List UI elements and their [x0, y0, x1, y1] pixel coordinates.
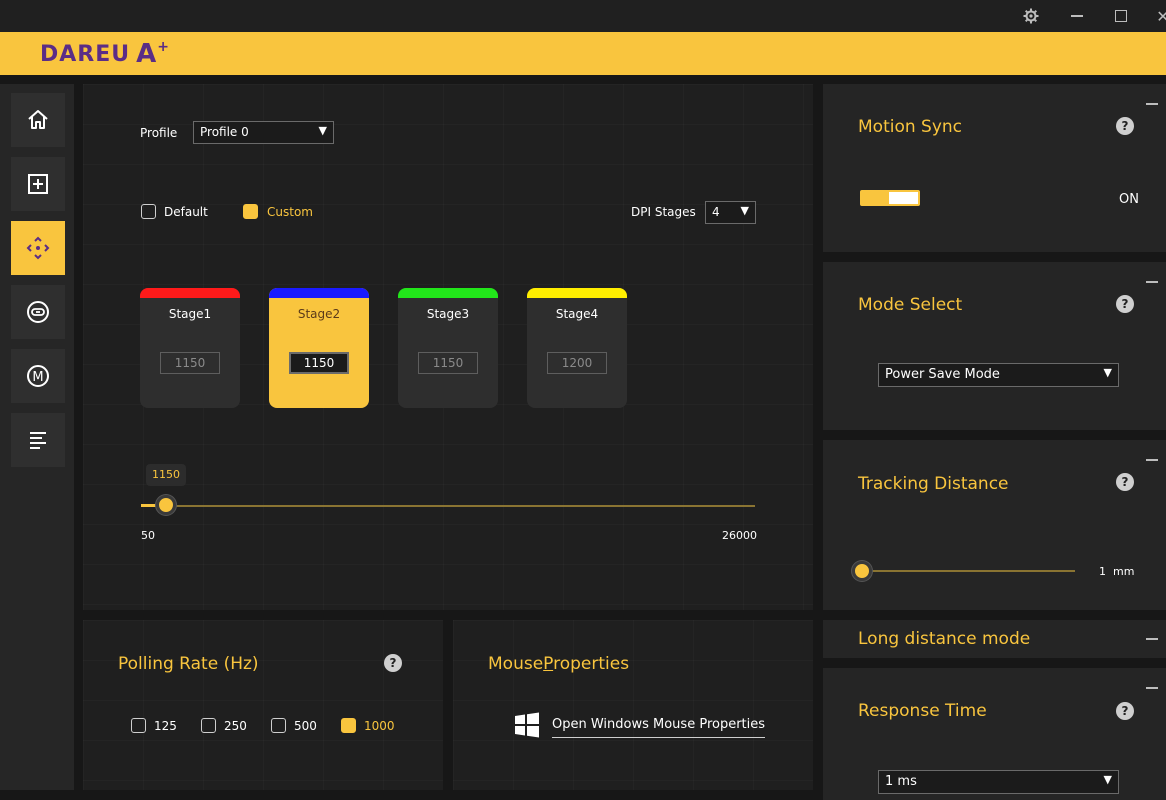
- help-icon[interactable]: ?: [1116, 117, 1134, 135]
- collapse-icon[interactable]: [1146, 459, 1158, 461]
- stage-card-4[interactable]: Stage4 1200: [527, 288, 627, 408]
- polling-rate-panel: Polling Rate (Hz) ? 125 250 500 1000: [83, 620, 443, 790]
- stage-name: Stage3: [426, 307, 470, 321]
- tracking-value: 1 mm: [1099, 565, 1135, 578]
- title-bar: ✕: [0, 0, 1166, 32]
- chevron-down-icon: ▼: [1103, 366, 1112, 379]
- tracking-distance-panel: Tracking Distance ? 1 mm: [823, 440, 1166, 610]
- custom-label: Custom: [267, 205, 313, 219]
- polling-label-500: 500: [294, 719, 317, 733]
- polling-label-125: 125: [154, 719, 177, 733]
- polling-checkbox-1000[interactable]: [341, 718, 356, 733]
- polling-checkbox-250[interactable]: [201, 718, 216, 733]
- response-time-title: Response Time: [858, 701, 987, 721]
- profile-select[interactable]: Profile 0 ▼: [193, 121, 334, 144]
- dareu-logo: DAREU A +: [40, 39, 169, 69]
- list-icon: [30, 432, 46, 449]
- long-distance-title: Long distance mode: [858, 629, 1031, 649]
- close-icon[interactable]: ✕: [1140, 0, 1166, 32]
- mode-select-dropdown[interactable]: Power Save Mode ▼: [878, 363, 1119, 387]
- stage-card-1[interactable]: Stage1 1150: [140, 288, 240, 408]
- help-icon[interactable]: ?: [384, 654, 402, 672]
- help-icon[interactable]: ?: [1116, 473, 1134, 491]
- chevron-down-icon: ▼: [740, 204, 749, 217]
- minimize-icon[interactable]: [1054, 0, 1100, 32]
- dpi-slider-track[interactable]: [141, 505, 755, 507]
- mode-select-title: Mode Select: [858, 295, 963, 315]
- windows-icon: [515, 712, 539, 738]
- mouse-properties-panel: MouseProperties Open Windows Mouse Prope…: [453, 620, 813, 790]
- stage-value-input[interactable]: 1200: [547, 352, 607, 374]
- home-icon: [28, 110, 48, 129]
- motion-sync-toggle[interactable]: [860, 190, 920, 206]
- stage-color-bar: [527, 288, 627, 298]
- sidebar-item-link[interactable]: [11, 285, 65, 339]
- custom-checkbox[interactable]: [243, 204, 258, 219]
- open-mouse-properties-link[interactable]: Open Windows Mouse Properties: [552, 717, 766, 738]
- polling-checkbox-125[interactable]: [131, 718, 146, 733]
- stage-value-input[interactable]: 1150: [289, 352, 349, 374]
- dpi-slider-tooltip: 1150: [146, 464, 186, 486]
- stage-color-bar: [269, 288, 369, 298]
- svg-text:M: M: [32, 370, 43, 385]
- polling-label-1000: 1000: [364, 719, 395, 733]
- polling-checkbox-500[interactable]: [271, 718, 286, 733]
- stage-name: Stage2: [297, 307, 341, 321]
- collapse-icon[interactable]: [1146, 103, 1158, 105]
- chevron-down-icon: ▼: [318, 124, 327, 137]
- dpi-stages-label: DPI Stages: [631, 205, 696, 219]
- stage-name: Stage4: [555, 307, 599, 321]
- stage-name: Stage1: [168, 307, 212, 321]
- polling-rate-title: Polling Rate (Hz): [118, 654, 259, 674]
- sidebar-item-dpi[interactable]: [11, 221, 65, 275]
- help-icon[interactable]: ?: [1116, 702, 1134, 720]
- plus-square-icon: [28, 174, 48, 194]
- default-checkbox[interactable]: [141, 204, 156, 219]
- motion-sync-state: ON: [1119, 192, 1139, 207]
- stage-value-input[interactable]: 1150: [418, 352, 478, 374]
- stage-color-bar: [398, 288, 498, 298]
- motion-sync-panel: Motion Sync ? ON: [823, 84, 1166, 252]
- collapse-icon[interactable]: [1146, 687, 1158, 689]
- dpi-min-label: 50: [141, 529, 155, 542]
- collapse-icon[interactable]: [1146, 638, 1158, 640]
- sidebar-item-add[interactable]: [11, 157, 65, 211]
- tracking-slider-track[interactable]: [863, 570, 1075, 572]
- profile-label: Profile: [140, 126, 178, 140]
- maximize-icon[interactable]: [1098, 0, 1144, 32]
- response-time-panel: Response Time ? 1 ms ▼: [823, 668, 1166, 800]
- sidebar-item-list[interactable]: [11, 413, 65, 467]
- collapse-icon[interactable]: [1146, 281, 1158, 283]
- dpi-slider-knob[interactable]: [156, 495, 176, 515]
- sidebar: M: [0, 84, 74, 790]
- crosshair-move-icon: [26, 236, 50, 260]
- long-distance-panel: Long distance mode: [823, 620, 1166, 658]
- macro-m-icon: M: [27, 365, 49, 387]
- polling-label-250: 250: [224, 719, 247, 733]
- tracking-slider-knob[interactable]: [852, 561, 872, 581]
- stage-card-3[interactable]: Stage3 1150: [398, 288, 498, 408]
- motion-sync-title: Motion Sync: [858, 117, 963, 137]
- chevron-down-icon: ▼: [1103, 773, 1112, 786]
- sidebar-item-macro[interactable]: M: [11, 349, 65, 403]
- stage-card-2[interactable]: Stage2 1150: [269, 288, 369, 408]
- help-icon[interactable]: ?: [1116, 295, 1134, 313]
- sidebar-item-home[interactable]: [11, 93, 65, 147]
- tracking-distance-title: Tracking Distance: [858, 474, 1009, 494]
- brand-bar: DAREU A +: [0, 32, 1166, 75]
- gear-icon[interactable]: [1008, 0, 1054, 32]
- response-time-dropdown[interactable]: 1 ms ▼: [878, 770, 1119, 794]
- stage-color-bar: [140, 288, 240, 298]
- default-label: Default: [164, 205, 208, 219]
- dpi-stages-select[interactable]: 4 ▼: [705, 201, 756, 224]
- mouse-properties-title: MouseProperties: [488, 654, 630, 674]
- link-icon: [27, 301, 49, 323]
- stage-value-input[interactable]: 1150: [160, 352, 220, 374]
- dpi-max-label: 26000: [722, 529, 757, 542]
- mode-select-panel: Mode Select ? Power Save Mode ▼: [823, 262, 1166, 430]
